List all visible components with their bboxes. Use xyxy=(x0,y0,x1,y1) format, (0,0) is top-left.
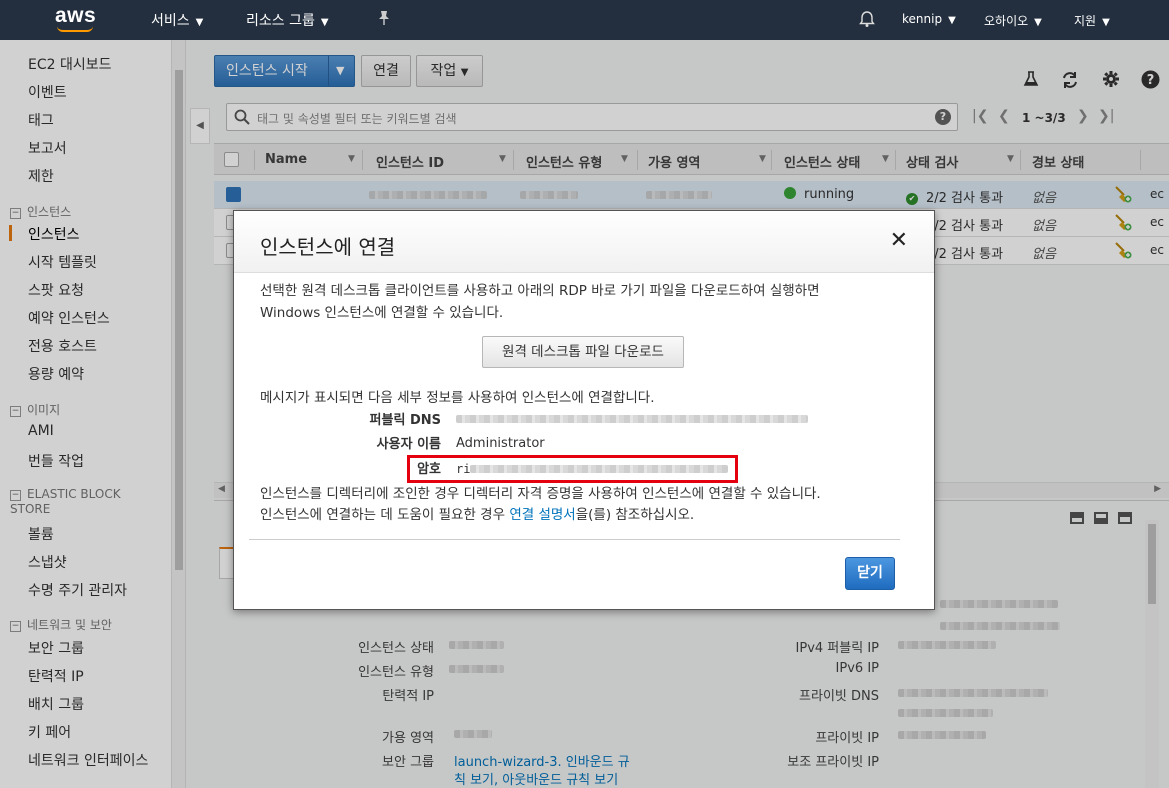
aws-logo-smile xyxy=(57,26,93,32)
help-text-suffix: 을(를) 참조하십시오. xyxy=(575,507,695,523)
user-menu[interactable]: kennip ▼ xyxy=(902,12,956,26)
connect-to-instance-dialog: 인스턴스에 연결 ✕ 선택한 원격 데스크톱 클라이언트를 사용하고 아래의 R… xyxy=(233,210,935,610)
pin-icon[interactable] xyxy=(377,10,391,30)
close-button[interactable]: 닫기 xyxy=(845,557,895,590)
connection-guide-link[interactable]: 연결 설명서 xyxy=(509,507,575,523)
resource-groups-label: 리소스 그룹 xyxy=(246,13,315,29)
close-icon[interactable]: ✕ xyxy=(890,230,908,252)
help-text: 인스턴스에 연결하는 데 도움이 필요한 경우 연결 설명서을(를) 참조하십시… xyxy=(260,503,694,523)
chevron-down-icon: ▼ xyxy=(1102,17,1110,28)
public-dns-label: 퍼블릭 DNS xyxy=(369,413,441,428)
dialog-divider xyxy=(249,539,900,540)
dialog-header: 인스턴스에 연결 ✕ xyxy=(234,211,934,273)
download-remote-desktop-file-button[interactable]: 원격 데스크톱 파일 다운로드 xyxy=(482,336,684,368)
services-label: 서비스 xyxy=(151,13,190,29)
chevron-down-icon: ▼ xyxy=(948,15,956,26)
services-menu[interactable]: 서비스 ▼ xyxy=(151,10,203,30)
region-menu[interactable]: 오하이오 ▼ xyxy=(984,12,1042,29)
top-navigation: aws 서비스 ▼ 리소스 그룹 ▼ kennip ▼ 오하이오 ▼ 지원 ▼ xyxy=(0,0,1169,40)
directory-text: 인스턴스를 디렉터리에 조인한 경우 디렉터리 자격 증명을 사용하여 인스턴스… xyxy=(260,486,821,502)
bell-icon[interactable] xyxy=(858,10,876,28)
chevron-down-icon: ▼ xyxy=(320,17,329,28)
chevron-down-icon: ▼ xyxy=(1034,17,1042,28)
aws-logo[interactable]: aws xyxy=(55,4,96,28)
intro-text-line2: Windows 인스턴스에 연결할 수 있습니다. xyxy=(260,305,504,321)
username-label: 사용자 이름 xyxy=(376,437,441,452)
username-value: Administrator xyxy=(456,436,545,451)
dialog-title: 인스턴스에 연결 xyxy=(260,235,396,259)
intro-text-line1: 선택한 원격 데스크톱 클라이언트를 사용하고 아래의 RDP 바로 가기 파일… xyxy=(260,283,820,299)
resource-groups-menu[interactable]: 리소스 그룹 ▼ xyxy=(246,10,329,30)
help-text-prefix: 인스턴스에 연결하는 데 도움이 필요한 경우 xyxy=(260,507,510,523)
user-label: kennip xyxy=(902,12,943,26)
region-label: 오하이오 xyxy=(984,14,1029,28)
support-menu[interactable]: 지원 ▼ xyxy=(1074,12,1110,29)
chevron-down-icon: ▼ xyxy=(195,17,204,28)
redacted-public-dns xyxy=(456,415,808,423)
password-highlight-box xyxy=(407,455,738,483)
support-label: 지원 xyxy=(1074,14,1097,28)
details-intro-text: 메시지가 표시되면 다음 세부 정보를 사용하여 인스턴스에 연결합니다. xyxy=(260,390,655,406)
